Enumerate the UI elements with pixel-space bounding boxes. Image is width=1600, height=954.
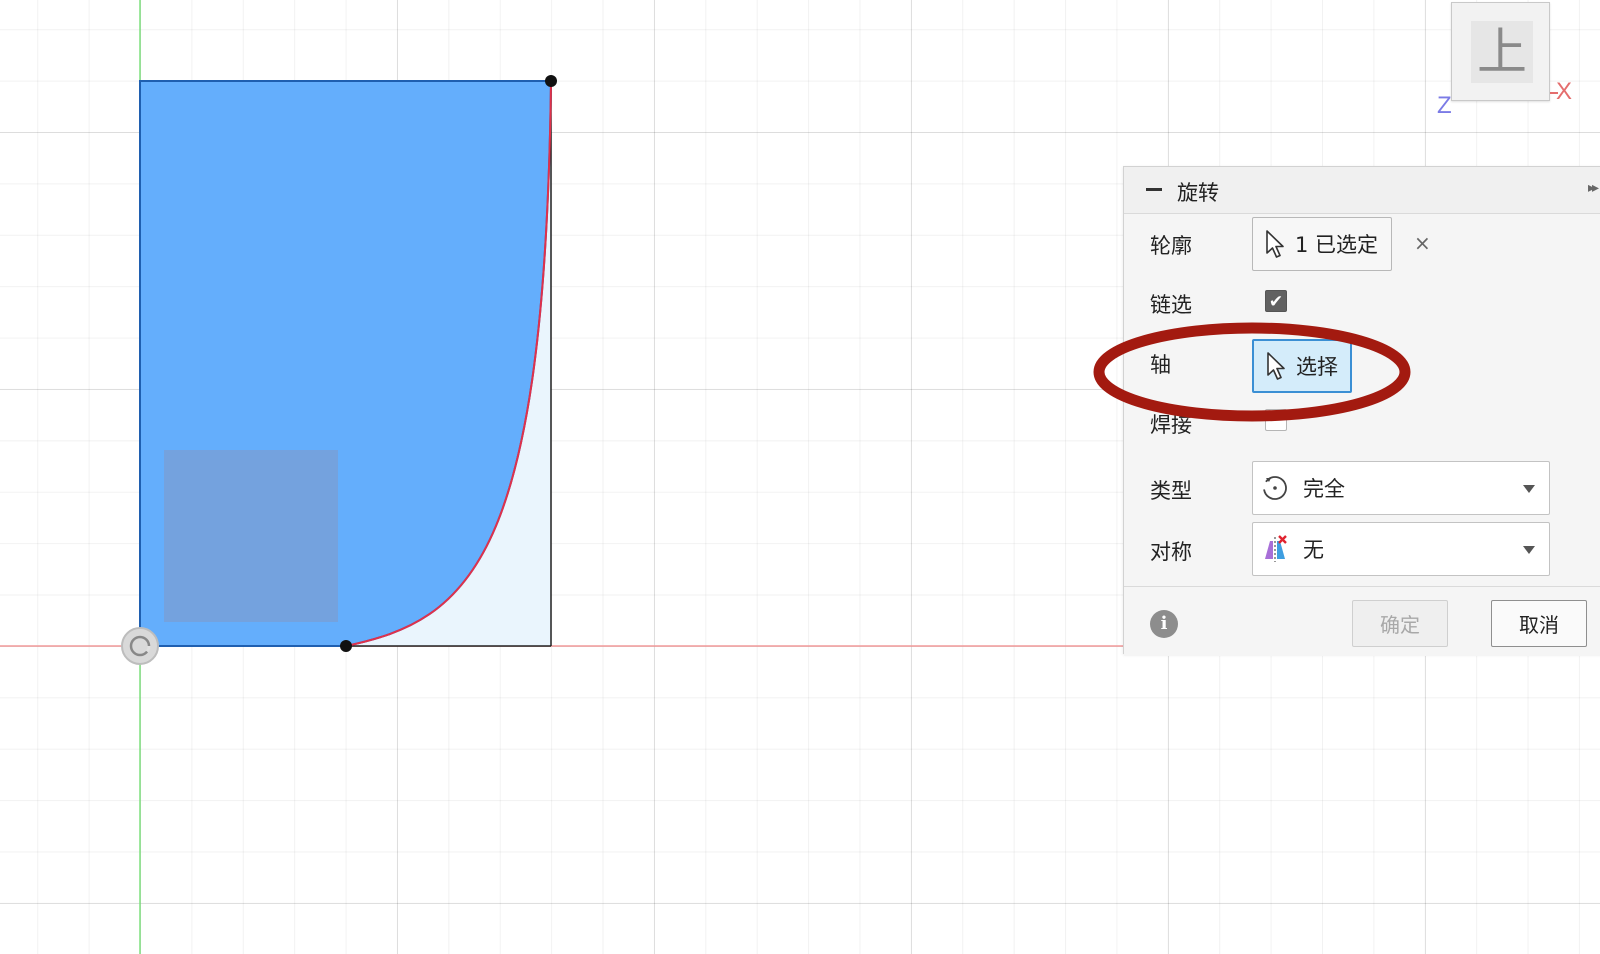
dialog-title: 旋转 [1177,181,1219,205]
profile-row: 轮廓 1 已选定 × [1124,217,1600,273]
weld-row: 焊接 [1124,401,1600,457]
cursor-arrow-icon [1266,230,1284,258]
profile-select-button[interactable]: 1 已选定 [1252,217,1392,271]
weld-label: 焊接 [1150,413,1192,437]
axis-row: 轴 选择 [1124,339,1600,395]
axis-label: 轴 [1150,353,1171,377]
dialog-footer: i 确定 取消 [1124,586,1600,656]
x-axis-label: X [1556,78,1573,105]
close-icon[interactable]: × [1414,231,1431,255]
symmetric-dropdown[interactable]: 无 [1252,522,1550,576]
weld-checkbox[interactable] [1265,409,1287,431]
type-dropdown[interactable]: 完全 [1252,461,1550,515]
dialog-header: 旋转 ▸▸ [1124,167,1600,214]
viewcube-top-face[interactable]: 上 [1471,21,1533,83]
cancel-button[interactable]: 取消 [1491,600,1587,647]
profile-value: 1 已选定 [1295,233,1379,257]
profile-label: 轮廓 [1150,234,1192,258]
collapse-icon[interactable] [1146,188,1162,191]
symmetric-row: 对称 无 [1124,522,1600,578]
cursor-arrow-icon [1267,352,1285,380]
revolve-dialog: 旋转 ▸▸ 轮廓 1 已选定 × 链选 ✔ 轴 选择 焊接 类型 完全 对称 无… [1123,166,1600,656]
ok-button[interactable]: 确定 [1352,600,1448,647]
profile-overlay-rect [164,450,338,622]
type-value: 完全 [1303,477,1345,501]
type-label: 类型 [1150,479,1192,503]
chevron-down-icon [1523,546,1535,554]
check-icon: ✔ [1268,292,1284,312]
viewcube[interactable]: 上 [1451,2,1550,101]
symmetric-value: 无 [1303,538,1324,562]
symmetric-label: 对称 [1150,540,1192,564]
sketch-point[interactable] [545,75,557,87]
chain-label: 链选 [1150,293,1192,317]
axis-select-button[interactable]: 选择 [1252,339,1352,393]
revolve-full-icon [1263,476,1287,500]
chain-checkbox[interactable]: ✔ [1265,290,1287,312]
info-icon[interactable]: i [1150,610,1178,638]
sketch-point[interactable] [340,640,352,652]
expand-icon[interactable]: ▸▸ [1588,180,1599,196]
chevron-down-icon [1523,485,1535,493]
axis-value: 选择 [1296,355,1338,379]
origin-icon[interactable] [121,627,159,665]
type-row: 类型 完全 [1124,461,1600,517]
symmetry-icon [1265,535,1287,562]
z-axis-label: Z [1437,92,1452,119]
chain-row: 链选 ✔ [1124,279,1600,335]
